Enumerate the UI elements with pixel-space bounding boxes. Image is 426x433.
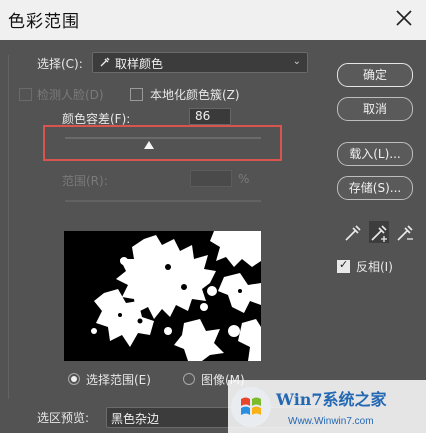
fuzziness-input[interactable]: 86 — [189, 108, 231, 125]
range-label: 范围(R): — [62, 174, 108, 188]
detect-faces-label: 检测人脸(D) — [37, 88, 104, 102]
title-bar: 色彩范围 — [0, 0, 426, 40]
selection-preview-value: 黑色杂边 — [111, 412, 160, 426]
chevron-down-icon: ⌄ — [292, 56, 301, 67]
selection-radio[interactable] — [68, 373, 80, 385]
foliage-mask-graphic — [91, 231, 261, 361]
watermark-url: Www.Winwin7.com — [288, 416, 374, 427]
dialog-title: 色彩范围 — [8, 12, 80, 32]
highlight-box — [43, 125, 282, 161]
eyedropper-icon — [100, 57, 110, 67]
range-slider-track — [65, 200, 261, 202]
ok-button[interactable]: 确定 — [337, 63, 413, 87]
invert-checkbox[interactable] — [337, 258, 350, 273]
selection-preview-label: 选区预览: — [37, 411, 90, 425]
localized-clusters-label: 本地化颜色簇(Z) — [150, 88, 240, 102]
fuzziness-value: 86 — [195, 109, 211, 123]
detect-faces-checkbox[interactable] — [19, 88, 32, 101]
selection-radio-label: 选择范围(E) — [86, 373, 151, 387]
eyedropper-plus-icon[interactable] — [369, 221, 389, 243]
close-icon[interactable] — [392, 6, 416, 30]
selection-preview-image — [64, 231, 261, 361]
eyedropper-minus-icon[interactable] — [395, 221, 415, 243]
select-label: 选择(C): — [37, 57, 83, 71]
cancel-button[interactable]: 取消 — [337, 97, 413, 121]
fuzziness-slider-thumb[interactable] — [144, 141, 154, 149]
fuzziness-slider-track[interactable] — [65, 137, 261, 139]
range-unit: % — [238, 172, 250, 186]
invert-label: 反相(I) — [356, 260, 393, 274]
watermark-brand: Win7系统之家 — [275, 390, 388, 409]
select-dropdown[interactable]: 取样颜色 ⌄ — [92, 52, 308, 73]
image-radio[interactable] — [183, 373, 195, 385]
range-input[interactable] — [190, 170, 232, 187]
eyedropper-icon[interactable] — [343, 221, 363, 243]
load-button[interactable]: 载入(L)... — [337, 142, 413, 166]
save-button[interactable]: 存储(S)... — [337, 176, 413, 200]
win7-watermark-logo: Win7系统之家 Www.Winwin7.com — [228, 380, 426, 433]
select-value: 取样颜色 — [115, 57, 164, 71]
localized-clusters-checkbox[interactable] — [130, 88, 143, 101]
